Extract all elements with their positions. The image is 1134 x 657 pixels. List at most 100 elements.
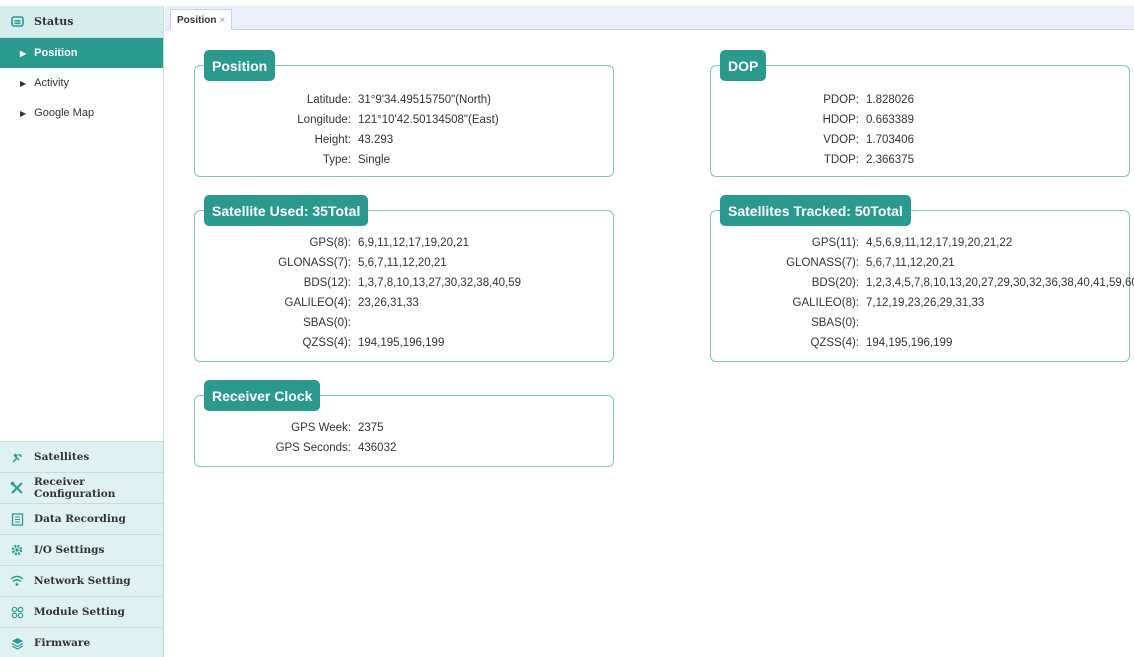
longitude-row: Longitude: 121°10'42.50134508"(East) (195, 110, 613, 130)
satellite-used-rows: GPS(8): 6,9,11,12,17,19,20,21 GLONASS(7):… (195, 233, 613, 353)
field-value: Single (358, 154, 390, 166)
sidebar-section-status[interactable]: Status (0, 6, 163, 38)
bds-row: BDS(12): 1,3,7,8,10,13,27,30,32,38,40,59 (195, 273, 613, 293)
field-label: VDOP: (823, 134, 859, 146)
latitude-row: Latitude: 31°9'34.49515750"(North) (195, 90, 613, 110)
hdop-row: HDOP: 0.663389 (711, 110, 1129, 130)
field-value: 6,9,11,12,17,19,20,21 (358, 237, 470, 249)
field-label: GLONASS(7): (786, 257, 859, 269)
satellites-tracked-rows: GPS(11): 4,5,6,9,11,12,17,19,20,21,22 GLO… (711, 233, 1134, 353)
sidebar-section-network-setting[interactable]: Network Setting (0, 566, 163, 597)
sidebar-item-google-map[interactable]: ▶ Google Map (0, 98, 163, 128)
galileo-row: GALILEO(8): 7,12,19,23,26,29,31,33 (711, 293, 1129, 313)
field-value: 5,6,7,11,12,20,21 (866, 257, 955, 269)
field-value: 31°9'34.49515750"(North) (358, 94, 491, 106)
position-rows: Latitude: 31°9'34.49515750"(North) Longit… (195, 90, 613, 170)
pdop-row: PDOP: 1.828026 (711, 90, 1129, 110)
field-value: 2375 (358, 422, 384, 434)
field-label: BDS(12): (303, 277, 351, 289)
field-label: Latitude: (306, 94, 351, 106)
field-value: 1,3,7,8,10,13,27,30,32,38,40,59 (358, 277, 522, 289)
sidebar-section-receiver-configuration[interactable]: Receiver Configuration (0, 473, 163, 504)
sidebar-item-label: Google Map (34, 107, 95, 119)
tools-icon (10, 481, 24, 495)
sidebar-item-activity[interactable]: ▶ Activity (0, 68, 163, 98)
satellites-tracked-panel: Satellites Tracked: 50Total GPS(11): 4,5,… (710, 195, 1134, 362)
field-label: TDOP: (823, 154, 859, 166)
field-label: BDS(20): (811, 277, 859, 289)
sidebar-section-label: Network Setting (34, 575, 131, 587)
panel-title: Satellite Used: 35Total (204, 195, 369, 226)
wifi-icon (10, 574, 24, 588)
sidebar-section-label: Firmware (34, 637, 91, 649)
glonass-row: GLONASS(7): 5,6,7,11,12,20,21 (195, 253, 613, 273)
gps-week-row: GPS Week: 2375 (195, 418, 613, 438)
sidebar-item-label: Position (34, 47, 78, 59)
sidebar-section-satellites[interactable]: Satellites (0, 442, 163, 473)
status-submenu: ▶ Position ▶ Activity ▶ Google Map (0, 38, 163, 442)
receiver-clock-rows: GPS Week: 2375 GPS Seconds: 436032 (195, 418, 613, 458)
field-value: 5,6,7,11,12,20,21 (358, 257, 447, 269)
status-icon (10, 15, 24, 29)
qzss-row: QZSS(4): 194,195,196,199 (195, 333, 613, 353)
position-panel: Position Latitude: 31°9'34.49515750"(Nort… (194, 50, 614, 177)
field-value: 43.293 (358, 134, 394, 146)
sbas-row: SBAS(0): (711, 313, 1129, 333)
sidebar-section-label: Receiver Configuration (34, 476, 116, 500)
sidebar: Status ▶ Position ▶ Activity ▶ Google Ma… (0, 6, 164, 657)
satellite-icon (10, 450, 24, 464)
field-label: GALILEO(8): (792, 297, 859, 309)
field-value: 7,12,19,23,26,29,31,33 (866, 297, 985, 309)
tab-position[interactable]: Position × (170, 9, 233, 30)
sidebar-item-label: Activity (34, 77, 69, 89)
sidebar-section-firmware[interactable]: Firmware (0, 628, 163, 657)
gps-row: GPS(11): 4,5,6,9,11,12,17,19,20,21,22 (711, 233, 1129, 253)
sidebar-section-module-setting[interactable]: Module Setting (0, 597, 163, 628)
field-label: GPS(11): (811, 237, 859, 249)
field-label: GPS Week: (291, 422, 351, 434)
sidebar-section-data-recording[interactable]: Data Recording (0, 504, 163, 535)
sidebar-section-io-settings[interactable]: I/O Settings (0, 535, 163, 566)
panel-title: Satellites Tracked: 50Total (720, 195, 911, 226)
field-label: Height: (314, 134, 351, 146)
panel-title: Receiver Clock (204, 380, 321, 411)
vdop-row: VDOP: 1.703406 (711, 130, 1129, 150)
sidebar-item-position[interactable]: ▶ Position (0, 38, 163, 68)
sidebar-section-label: Data Recording (34, 513, 126, 525)
field-label: PDOP: (823, 94, 859, 106)
field-value: 2.366375 (866, 154, 914, 166)
field-value: 121°10'42.50134508"(East) (358, 114, 499, 126)
gps-row: GPS(8): 6,9,11,12,17,19,20,21 (195, 233, 613, 253)
caret-right-icon: ▶ (20, 108, 27, 118)
field-value: 1,2,3,4,5,7,8,10,13,20,27,29,30,32,36,38… (866, 277, 1134, 289)
field-label: QZSS(4): (810, 337, 859, 349)
qzss-row: QZSS(4): 194,195,196,199 (711, 333, 1129, 353)
field-value: 436032 (358, 442, 397, 454)
document-icon (10, 512, 24, 526)
field-value: 194,195,196,199 (866, 337, 953, 349)
field-value: 0.663389 (866, 114, 914, 126)
modules-icon (10, 605, 24, 619)
field-label: SBAS(0): (303, 317, 351, 329)
close-icon[interactable]: × (219, 15, 225, 26)
field-value: 1.703406 (866, 134, 914, 146)
tab-bar: Position × (165, 6, 1134, 30)
caret-right-icon: ▶ (20, 78, 27, 88)
dop-panel: DOP PDOP: 1.828026 HDOP: 0.663389 VDOP: 1.7… (710, 50, 1130, 177)
sidebar-section-label: Satellites (34, 451, 90, 463)
receiver-clock-panel: Receiver Clock GPS Week: 2375 GPS Seconds… (194, 380, 614, 467)
sbas-row: SBAS(0): (195, 313, 613, 333)
galileo-row: GALILEO(4): 23,26,31,33 (195, 293, 613, 313)
sidebar-section-label: Status (34, 15, 74, 28)
satellite-used-panel: Satellite Used: 35Total GPS(8): 6,9,11,12… (194, 195, 614, 362)
firmware-icon (10, 636, 24, 650)
field-value: 4,5,6,9,11,12,17,19,20,21,22 (866, 237, 1013, 249)
caret-right-icon: ▶ (20, 48, 27, 58)
field-label: SBAS(0): (811, 317, 859, 329)
field-value: 23,26,31,33 (358, 297, 419, 309)
panel-title: Position (204, 50, 276, 81)
field-label: GPS(8): (309, 237, 351, 249)
field-label: GPS Seconds: (275, 442, 351, 454)
field-label: Longitude: (297, 114, 351, 126)
field-label: GALILEO(4): (284, 297, 351, 309)
